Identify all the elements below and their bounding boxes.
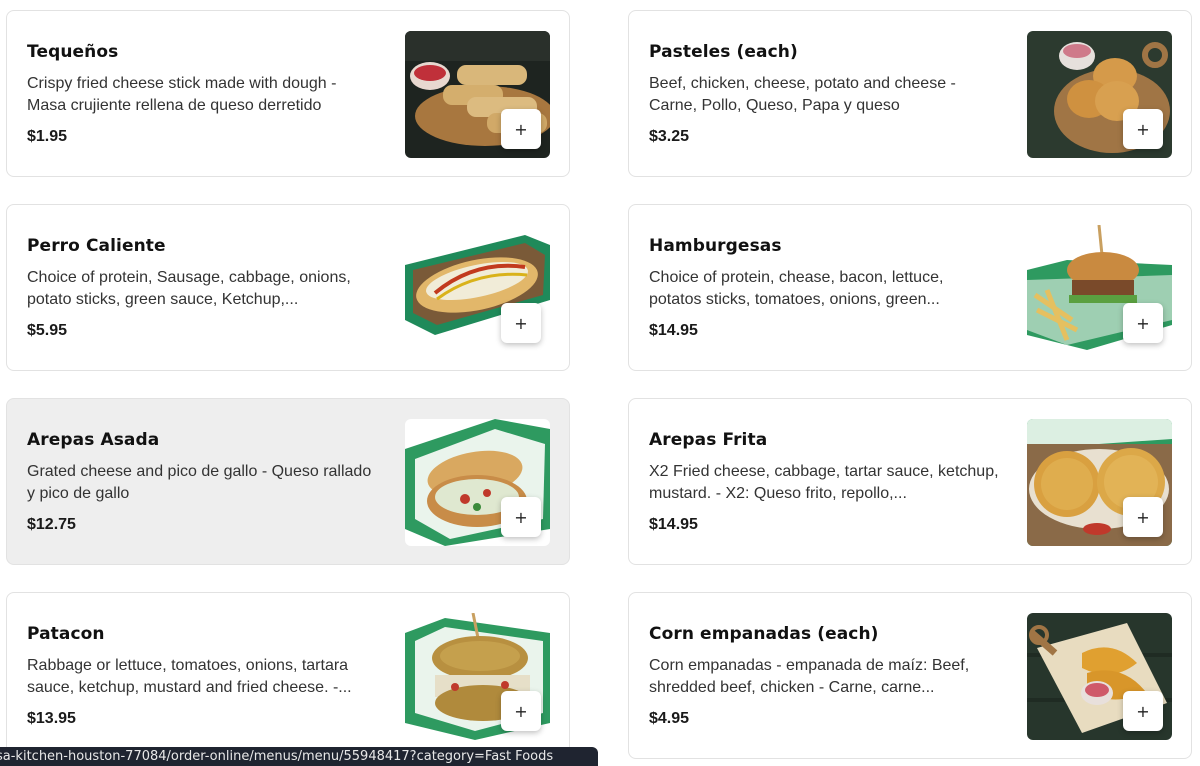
- menu-item-card[interactable]: Hamburgesas Choice of protein, chease, b…: [628, 204, 1192, 371]
- add-item-button[interactable]: +: [1123, 109, 1163, 149]
- item-description: Crispy fried cheese stick made with doug…: [27, 75, 337, 114]
- item-description: Beef, chicken, cheese, potato and cheese…: [649, 75, 956, 114]
- add-item-button[interactable]: +: [1123, 497, 1163, 537]
- item-title: Tequeños: [27, 42, 119, 62]
- menu-grid: Tequeños Crispy fried cheese stick made …: [0, 0, 1200, 766]
- item-description: Grated cheese and pico de gallo - Queso …: [27, 463, 372, 502]
- menu-item-card[interactable]: Patacon Rabbage or lettuce, tomatoes, on…: [6, 592, 570, 759]
- item-title: Pasteles (each): [649, 42, 798, 62]
- menu-item-card[interactable]: Arepas Frita X2 Fried cheese, cabbage, t…: [628, 398, 1192, 565]
- item-description: Choice of protein, Sausage, cabbage, oni…: [27, 269, 351, 308]
- menu-item-card[interactable]: Tequeños Crispy fried cheese stick made …: [6, 10, 570, 177]
- item-title: Arepas Frita: [649, 430, 768, 450]
- item-price: $3.25: [649, 128, 690, 145]
- item-price: $12.75: [27, 516, 76, 533]
- item-price: $14.95: [649, 516, 698, 533]
- item-description: X2 Fried cheese, cabbage, tartar sauce, …: [649, 463, 999, 502]
- menu-item-card[interactable]: Arepas Asada Grated cheese and pico de g…: [6, 398, 570, 565]
- item-title: Arepas Asada: [27, 430, 160, 450]
- add-item-button[interactable]: +: [501, 303, 541, 343]
- status-bar-url: sa-kitchen-houston-77084/order-online/me…: [0, 747, 598, 766]
- menu-item-card[interactable]: Corn empanadas (each) Corn empanadas - e…: [628, 592, 1192, 759]
- item-price: $13.95: [27, 710, 76, 727]
- add-item-button[interactable]: +: [501, 109, 541, 149]
- item-price: $1.95: [27, 128, 68, 145]
- menu-item-card[interactable]: Pasteles (each) Beef, chicken, cheese, p…: [628, 10, 1192, 177]
- item-title: Patacon: [27, 624, 105, 644]
- add-item-button[interactable]: +: [501, 691, 541, 731]
- item-title: Corn empanadas (each): [649, 624, 879, 644]
- item-price: $14.95: [649, 322, 698, 339]
- item-description: Rabbage or lettuce, tomatoes, onions, ta…: [27, 657, 352, 696]
- add-item-button[interactable]: +: [1123, 691, 1163, 731]
- item-title: Hamburgesas: [649, 236, 782, 256]
- item-price: $5.95: [27, 322, 68, 339]
- item-price: $4.95: [649, 710, 690, 727]
- item-description: Corn empanadas - empanada de maíz: Beef,…: [649, 657, 970, 696]
- add-item-button[interactable]: +: [501, 497, 541, 537]
- item-description: Choice of protein, chease, bacon, lettuc…: [649, 269, 944, 308]
- add-item-button[interactable]: +: [1123, 303, 1163, 343]
- item-title: Perro Caliente: [27, 236, 166, 256]
- menu-item-card[interactable]: Perro Caliente Choice of protein, Sausag…: [6, 204, 570, 371]
